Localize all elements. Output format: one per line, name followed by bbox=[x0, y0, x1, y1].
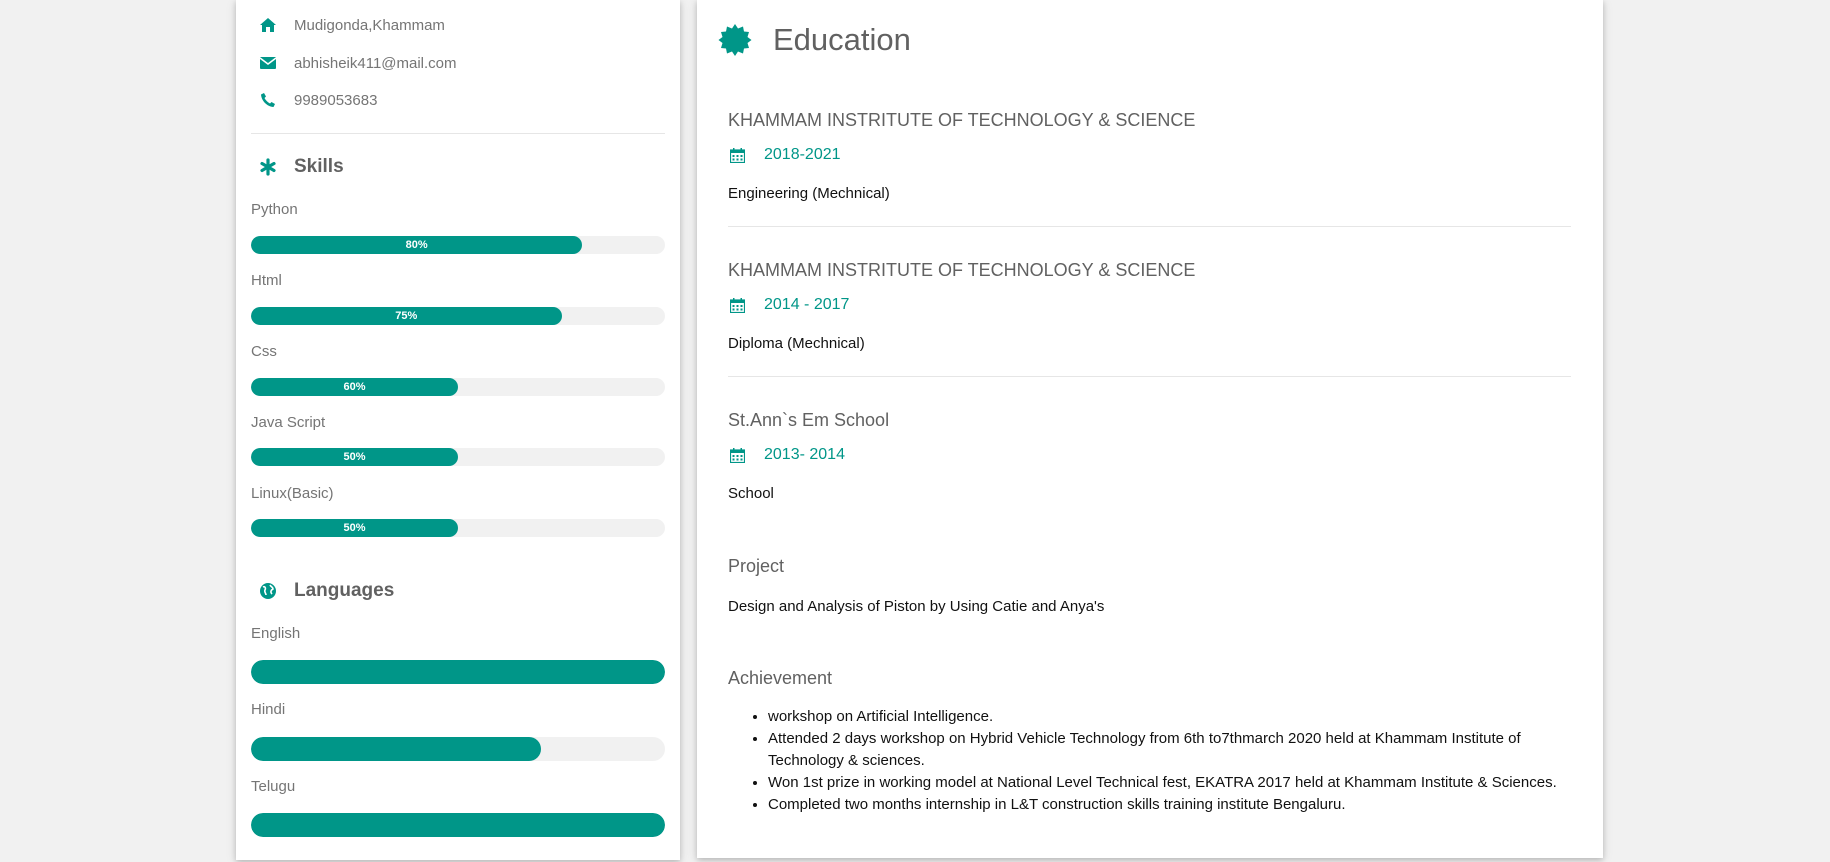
project-text: Design and Analysis of Piston by Using C… bbox=[728, 598, 1105, 615]
skill-label: Css bbox=[251, 343, 277, 360]
home-icon bbox=[256, 15, 280, 35]
contact-address: Mudigonda,Khammam bbox=[256, 15, 445, 35]
language-bar bbox=[251, 737, 665, 761]
skill-label: Linux(Basic) bbox=[251, 485, 334, 502]
school-name: St.Ann`s Em School bbox=[728, 410, 890, 430]
language-label: Telugu bbox=[251, 778, 296, 795]
language-bar bbox=[251, 813, 665, 837]
divider bbox=[251, 133, 665, 134]
languages-title: Languages bbox=[294, 580, 395, 601]
skill-bar-fill: 75% bbox=[251, 307, 562, 325]
calendar-icon bbox=[728, 446, 746, 464]
skill-label: Java Script bbox=[251, 414, 326, 431]
achievement-list: workshop on Artificial Intelligence. Att… bbox=[728, 706, 1598, 816]
skill-label: Python bbox=[251, 201, 298, 218]
skill-bar: 75% bbox=[251, 307, 665, 325]
phone-text: 9989053683 bbox=[294, 91, 378, 109]
list-item: workshop on Artificial Intelligence. bbox=[768, 706, 1598, 728]
skills-heading: Skills bbox=[256, 155, 344, 179]
skills-title: Skills bbox=[294, 156, 344, 177]
education-heading: Education bbox=[717, 22, 911, 58]
school-name: KHAMMAM INSTRITUTE OF TECHNOLOGY & SCIEN… bbox=[728, 110, 1196, 130]
divider bbox=[728, 376, 1571, 377]
skill-bar-fill: 50% bbox=[251, 519, 458, 537]
skill-bar: 80% bbox=[251, 236, 665, 254]
skill-bar: 50% bbox=[251, 448, 665, 466]
skill-bar: 50% bbox=[251, 519, 665, 537]
edu-degree: School bbox=[728, 485, 774, 502]
globe-icon bbox=[256, 579, 280, 603]
calendar-icon bbox=[728, 146, 746, 164]
phone-icon bbox=[256, 90, 280, 110]
edu-date: 2013- 2014 bbox=[728, 446, 845, 464]
edu-years: 2014 - 2017 bbox=[764, 296, 850, 313]
school-name: KHAMMAM INSTRITUTE OF TECHNOLOGY & SCIEN… bbox=[728, 260, 1196, 280]
skill-bar-fill: 80% bbox=[251, 236, 583, 254]
language-label: Hindi bbox=[251, 701, 286, 718]
language-bar bbox=[251, 660, 665, 684]
edu-date: 2018-2021 bbox=[728, 146, 841, 164]
skill-label: Html bbox=[251, 272, 282, 289]
address-text: Mudigonda,Khammam bbox=[294, 16, 445, 34]
edu-date: 2014 - 2017 bbox=[728, 296, 849, 314]
asterisk-icon bbox=[256, 155, 280, 179]
list-item: Attended 2 days workshop on Hybrid Vehic… bbox=[768, 728, 1598, 772]
language-bar-fill bbox=[251, 660, 665, 684]
language-label: English bbox=[251, 625, 301, 642]
project-title: Project bbox=[728, 556, 785, 576]
skill-bar-fill: 60% bbox=[251, 378, 458, 396]
languages-heading: Languages bbox=[256, 579, 394, 603]
calendar-icon bbox=[728, 296, 746, 314]
language-bar-fill bbox=[251, 737, 541, 761]
list-item: Completed two months internship in L&T c… bbox=[768, 794, 1598, 816]
language-bar-fill bbox=[251, 813, 665, 837]
sidebar-card: Mudigonda,Khammam abhisheik411@mail.com … bbox=[236, 0, 680, 860]
skill-bar-fill: 50% bbox=[251, 448, 458, 466]
edu-degree: Diploma (Mechnical) bbox=[728, 335, 865, 352]
certificate-icon bbox=[717, 22, 753, 58]
edu-years: 2013- 2014 bbox=[764, 446, 845, 463]
achievement-title: Achievement bbox=[728, 668, 833, 688]
divider bbox=[728, 226, 1571, 227]
edu-years: 2018-2021 bbox=[764, 146, 841, 163]
email-text[interactable]: abhisheik411@mail.com bbox=[294, 55, 457, 72]
list-item: Won 1st prize in working model at Nation… bbox=[768, 772, 1598, 794]
skill-bar: 60% bbox=[251, 378, 665, 396]
main-card: Education KHAMMAM INSTRITUTE OF TECHNOLO… bbox=[697, 0, 1603, 858]
contact-email: abhisheik411@mail.com bbox=[256, 53, 457, 73]
envelope-icon bbox=[256, 53, 280, 73]
contact-phone: 9989053683 bbox=[256, 90, 377, 110]
edu-degree: Engineering (Mechnical) bbox=[728, 185, 890, 202]
education-title: Education bbox=[773, 22, 911, 57]
